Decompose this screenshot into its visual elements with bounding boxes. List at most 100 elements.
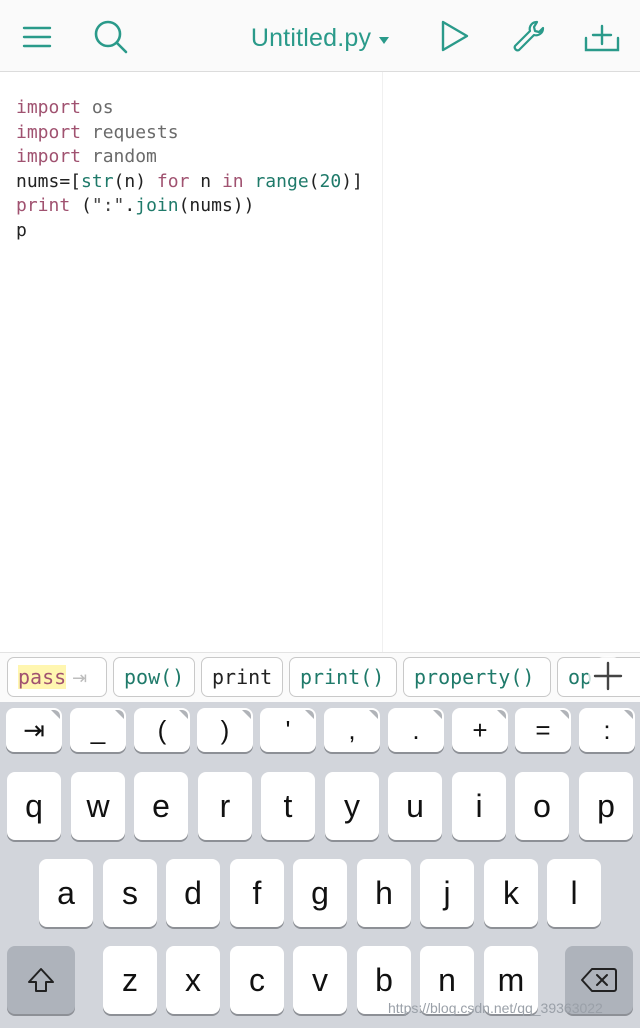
key-colon[interactable]: :	[579, 708, 635, 752]
key-u[interactable]: u	[388, 772, 442, 840]
key-label: s	[122, 874, 138, 911]
add-file-icon[interactable]	[582, 16, 622, 56]
key-label: )	[220, 714, 230, 745]
key-open-paren[interactable]: (	[134, 708, 190, 752]
chevron-down-icon	[379, 36, 390, 44]
key-tab[interactable]: ⇥	[6, 708, 62, 752]
key-d[interactable]: d	[166, 859, 220, 927]
key-quote[interactable]: '	[260, 708, 316, 752]
key-label: a	[57, 874, 75, 911]
code-token: )]	[341, 170, 363, 192]
key-label: =	[535, 714, 551, 745]
key-r[interactable]: r	[198, 772, 252, 840]
key-i[interactable]: i	[452, 772, 506, 840]
key-label: c	[249, 961, 265, 998]
search-icon[interactable]	[90, 16, 130, 56]
code-token: join	[135, 195, 179, 217]
key-label: o	[533, 787, 551, 824]
code-token: import	[16, 146, 82, 168]
key-t[interactable]: t	[261, 772, 315, 840]
key-underscore[interactable]: _	[70, 708, 126, 752]
code-line[interactable]: import random	[16, 145, 363, 170]
key-o[interactable]: o	[515, 772, 569, 840]
suggestion-pass[interactable]: pass ⇥	[7, 657, 107, 697]
key-label: j	[443, 874, 451, 911]
key-p[interactable]: p	[579, 772, 633, 840]
backspace-icon	[581, 968, 617, 992]
code-token: p	[16, 219, 27, 241]
code-line[interactable]: import os	[16, 96, 363, 121]
key-label: .	[412, 714, 420, 745]
key-h[interactable]: h	[357, 859, 411, 927]
suggestion-label: print()	[300, 665, 385, 689]
code-token: ":"	[91, 195, 125, 217]
key-e[interactable]: e	[134, 772, 188, 840]
key-l[interactable]: l	[547, 859, 601, 927]
key-x[interactable]: x	[166, 946, 220, 1014]
key-label: h	[375, 874, 393, 911]
code-token: 20	[319, 170, 342, 192]
code-token: (	[70, 195, 92, 217]
code-editor[interactable]: import os import requests import random num…	[0, 72, 640, 652]
code-line[interactable]: print (":".join(nums))	[16, 194, 363, 219]
code-token: print	[16, 195, 71, 217]
key-f[interactable]: f	[230, 859, 284, 927]
key-q[interactable]: q	[7, 772, 61, 840]
key-z[interactable]: z	[103, 946, 157, 1014]
code-token: str	[81, 170, 114, 192]
key-w[interactable]: w	[71, 772, 125, 840]
code-line[interactable]: p	[16, 219, 363, 244]
code-line[interactable]: nums=[str(n) for n in range(20)]	[16, 170, 363, 195]
suggestion-label: print	[212, 665, 273, 689]
code-token: for	[156, 170, 190, 192]
menu-icon[interactable]	[17, 16, 57, 56]
autocomplete-bar: pass ⇥ pow() print print() property() op	[0, 652, 640, 702]
key-equals[interactable]: =	[515, 708, 571, 752]
suggestion-print-call[interactable]: print()	[289, 657, 397, 697]
key-s[interactable]: s	[103, 859, 157, 927]
key-label: m	[497, 961, 525, 998]
code-line[interactable]: import requests	[16, 121, 363, 146]
add-snippet-button[interactable]	[584, 652, 632, 700]
key-v[interactable]: v	[293, 946, 347, 1014]
suggestion-property[interactable]: property()	[403, 657, 551, 697]
software-keyboard: ⇥ _ ( ) ' , . + = : q w e r t y u i o p …	[0, 702, 640, 1028]
key-j[interactable]: j	[420, 859, 474, 927]
key-label: v	[312, 961, 328, 998]
line-length-guide	[382, 72, 383, 652]
settings-wrench-icon[interactable]	[508, 16, 548, 56]
suggestion-label: pass	[18, 665, 67, 689]
run-icon[interactable]	[434, 16, 474, 56]
key-close-paren[interactable]: )	[197, 708, 253, 752]
key-label: e	[152, 787, 170, 824]
key-label: f	[252, 874, 262, 911]
key-label: l	[570, 874, 578, 911]
key-label: d	[184, 874, 202, 911]
key-label: y	[344, 787, 360, 824]
key-plus[interactable]: +	[452, 708, 508, 752]
shift-key[interactable]	[7, 946, 75, 1014]
key-label: g	[311, 874, 329, 911]
key-period[interactable]: .	[388, 708, 444, 752]
file-title: Untitled.py	[250, 23, 372, 52]
key-label: p	[597, 787, 615, 824]
key-label: '	[285, 714, 291, 745]
key-y[interactable]: y	[325, 772, 379, 840]
suggestion-print[interactable]: print	[201, 657, 283, 697]
code-token: (n)	[113, 170, 157, 192]
code-token: import	[16, 121, 82, 143]
key-label: +	[472, 714, 488, 745]
suggestion-pow[interactable]: pow()	[113, 657, 195, 697]
key-comma[interactable]: ,	[324, 708, 380, 752]
top-toolbar: Untitled.py	[0, 0, 640, 72]
code-token: in	[221, 170, 244, 192]
key-label: i	[475, 787, 483, 824]
code-content[interactable]: import os import requests import random num…	[16, 96, 363, 244]
key-g[interactable]: g	[293, 859, 347, 927]
file-title-dropdown[interactable]: Untitled.py	[230, 20, 410, 56]
key-k[interactable]: k	[484, 859, 538, 927]
key-c[interactable]: c	[230, 946, 284, 1014]
tab-arrow-icon: ⇥	[72, 668, 88, 689]
key-a[interactable]: a	[39, 859, 93, 927]
key-label: _	[90, 714, 106, 745]
